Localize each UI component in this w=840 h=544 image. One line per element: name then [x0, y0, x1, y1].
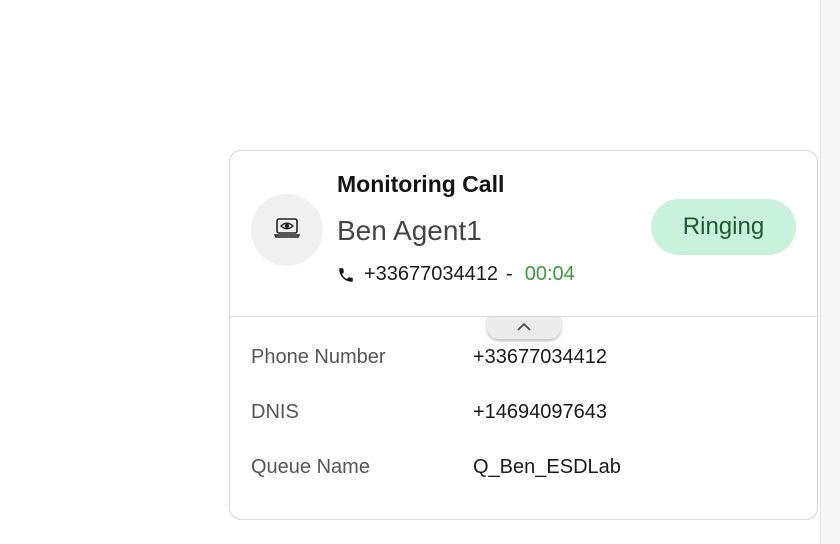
status-badge: Ringing	[651, 199, 796, 255]
detail-value: +14694097643	[473, 401, 608, 423]
detail-value: Q_Ben_ESDLab	[473, 456, 621, 478]
avatar	[251, 194, 323, 266]
call-timer: 00:04	[524, 263, 575, 285]
detail-label: Queue Name	[251, 456, 370, 478]
phone-icon	[337, 266, 355, 284]
detail-row-phone-number: Phone Number +33677034412	[251, 341, 791, 396]
caller-number: +33677034412	[364, 263, 499, 285]
chevron-up-icon	[516, 319, 532, 337]
call-info-line: +33677034412 - 00:04	[337, 263, 575, 286]
detail-label: DNIS	[251, 401, 299, 423]
call-details: Phone Number +33677034412 DNIS +14694097…	[251, 341, 791, 506]
detail-row-dnis: DNIS +14694097643	[251, 396, 791, 451]
monitor-eye-icon	[273, 217, 301, 244]
side-panel-edge	[820, 0, 840, 544]
separator: -	[506, 263, 513, 285]
call-header: Monitoring Call Ben Agent1 +33677034412 …	[230, 151, 817, 317]
detail-value: +33677034412	[473, 346, 608, 368]
detail-row-queue-name: Queue Name Q_Ben_ESDLab	[251, 451, 791, 506]
agent-name: Ben Agent1	[337, 215, 482, 246]
monitoring-call-card: Monitoring Call Ben Agent1 +33677034412 …	[229, 150, 818, 520]
collapse-details-button[interactable]	[487, 317, 561, 339]
card-title: Monitoring Call	[337, 171, 505, 197]
detail-label: Phone Number	[251, 346, 386, 368]
